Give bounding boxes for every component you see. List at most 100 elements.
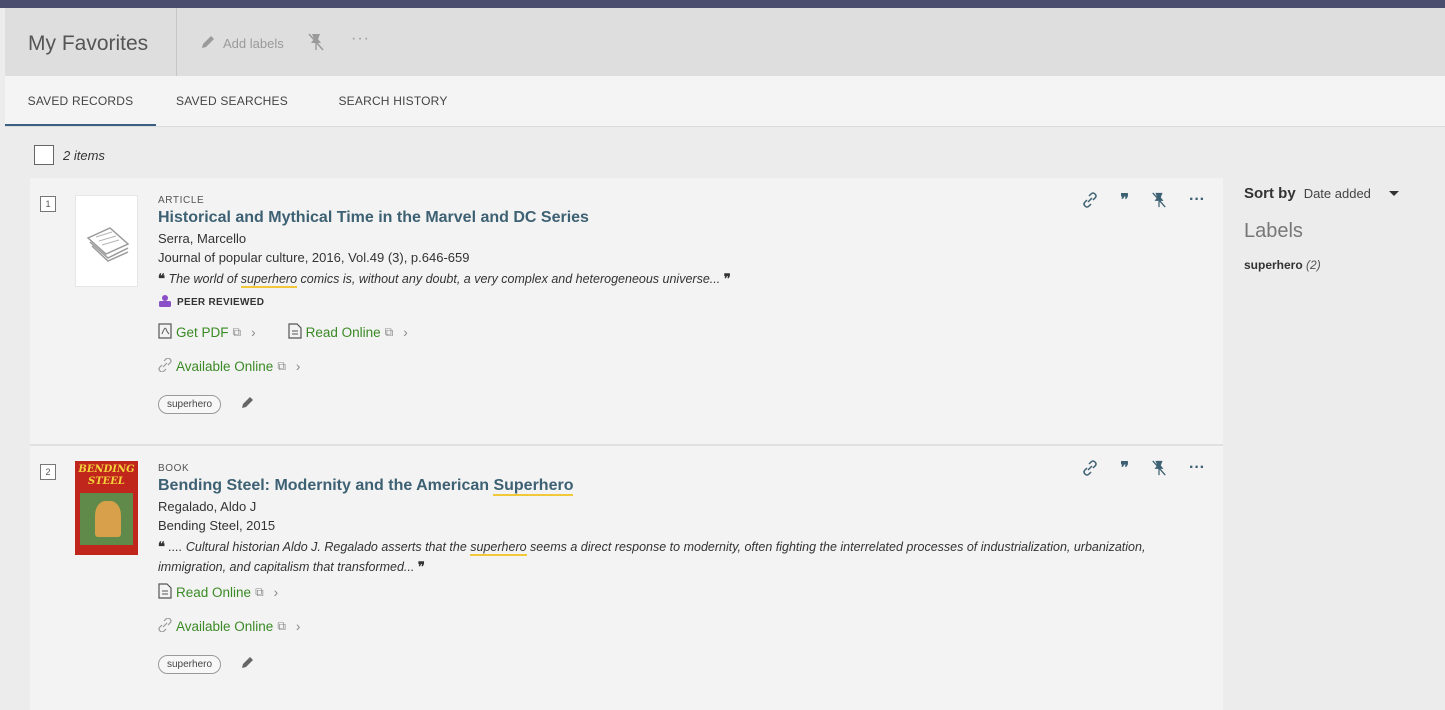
get-pdf-label: Get PDF <box>176 325 229 340</box>
peer-reviewed-icon <box>158 294 172 311</box>
open-quote-icon: ❝ <box>158 271 165 286</box>
add-labels-text: Add labels <box>223 36 284 51</box>
more-actions-icon[interactable]: ··· <box>1189 191 1205 209</box>
select-all-row: 2 items <box>34 145 105 165</box>
chevron-right-icon: › <box>403 325 408 340</box>
available-online-label: Available Online <box>176 619 274 634</box>
labels-row: superhero <box>158 395 1203 414</box>
external-link-icon: ⧉ <box>232 325 242 339</box>
items-count: 2 items <box>63 147 105 163</box>
more-options-icon[interactable]: ··· <box>351 30 370 48</box>
snippet-text: .... Cultural historian Aldo J. Regalado… <box>168 540 471 554</box>
record-number: 1 <box>40 196 56 212</box>
tab-saved-records[interactable]: SAVED RECORDS <box>5 76 156 126</box>
select-all-checkbox[interactable] <box>34 145 54 165</box>
sort-label: Sort by <box>1244 185 1296 202</box>
article-thumbnail[interactable] <box>75 195 138 287</box>
snippet-highlight: superhero <box>470 540 527 556</box>
record-snippet: ❝ The world of superhero comics is, with… <box>158 269 1203 289</box>
available-online-link[interactable]: Available Online ⧉ › <box>158 617 1203 635</box>
unpin-icon[interactable] <box>1151 459 1167 477</box>
label-filter-superhero[interactable]: superhero (2) <box>1244 258 1434 272</box>
favorites-tabs: SAVED RECORDS SAVED SEARCHES SEARCH HIST… <box>5 76 1445 127</box>
more-actions-icon[interactable]: ··· <box>1189 459 1205 477</box>
record-body: BOOK Bending Steel: Modernity and the Am… <box>158 446 1203 674</box>
tab-saved-searches[interactable]: SAVED SEARCHES <box>167 76 297 126</box>
record-actions: ❞ ··· <box>1082 190 1205 210</box>
sidebar: Sort by Date added Labels superhero (2) <box>1244 185 1434 272</box>
record-source: Bending Steel, 2015 <box>158 518 276 533</box>
favorites-header: My Favorites Add labels ··· <box>5 8 1445 76</box>
tab-search-history[interactable]: SEARCH HISTORY <box>323 76 463 126</box>
record-number: 2 <box>40 464 56 480</box>
label-chip[interactable]: superhero <box>158 655 222 674</box>
saved-records-list: 1 ARTICLE Historical and Mythical Time i… <box>30 178 1223 710</box>
edit-labels-icon[interactable] <box>241 655 255 674</box>
close-quote-icon: ❞ <box>723 271 731 286</box>
book-cover-title: BENDING STEEL <box>78 464 135 487</box>
label-chip[interactable]: superhero <box>158 395 222 414</box>
label-filter-count: (2) <box>1306 258 1321 272</box>
title-highlight: Superhero <box>493 477 574 496</box>
list-item: 1 ARTICLE Historical and Mythical Time i… <box>30 178 1223 446</box>
caret-down-icon[interactable] <box>1388 191 1399 196</box>
open-quote-icon: ❝ <box>158 539 165 554</box>
read-online-link[interactable]: Read Online ⧉ › <box>158 583 278 602</box>
pencil-icon <box>200 34 216 53</box>
document-icon <box>158 583 172 602</box>
unpin-icon[interactable] <box>307 32 325 57</box>
close-quote-icon: ❞ <box>417 559 425 574</box>
citation-icon[interactable]: ❞ <box>1120 458 1129 478</box>
read-online-link[interactable]: Read Online ⧉ › <box>287 323 408 342</box>
pdf-icon <box>158 323 172 342</box>
record-type: ARTICLE <box>158 195 205 206</box>
record-title-link[interactable]: Bending Steel: Modernity and the America… <box>158 477 1203 496</box>
labels-heading: Labels <box>1244 220 1303 242</box>
list-item: 2 BENDING STEEL BOOK Bending Steel: Mode… <box>30 446 1223 710</box>
record-snippet: ❝ .... Cultural historian Aldo J. Regala… <box>158 537 1203 577</box>
permalink-icon[interactable] <box>1082 460 1098 476</box>
chevron-right-icon: › <box>295 359 301 374</box>
chevron-right-icon: › <box>273 585 279 600</box>
snippet-highlight: superhero <box>240 272 298 288</box>
peer-reviewed-badge: PEER REVIEWED <box>158 294 1203 311</box>
read-online-label: Read Online <box>176 585 252 600</box>
title-text: Bending Steel: Modernity and the America… <box>158 477 494 494</box>
external-link-icon: ⧉ <box>384 325 394 339</box>
access-links: Get PDF ⧉ › Read Online ⧉ › <box>158 323 1203 342</box>
record-body: ARTICLE Historical and Mythical Time in … <box>158 178 1203 414</box>
chevron-right-icon: › <box>295 619 301 634</box>
add-labels-button[interactable]: Add labels <box>200 34 284 53</box>
get-pdf-link[interactable]: Get PDF ⧉ › <box>158 323 256 342</box>
top-strip <box>0 0 1445 8</box>
labels-row: superhero <box>158 655 1203 674</box>
record-source: Journal of popular culture, 2016, Vol.49… <box>158 250 470 265</box>
sort-value[interactable]: Date added <box>1304 186 1371 201</box>
external-link-icon: ⧉ <box>277 359 286 373</box>
snippet-text: comics is, without any doubt, a very com… <box>297 272 721 286</box>
record-author: Serra, Marcello <box>158 231 247 246</box>
book-cover-figure <box>95 501 121 537</box>
record-author: Regalado, Aldo J <box>158 499 257 514</box>
citation-icon[interactable]: ❞ <box>1120 190 1129 210</box>
sort-control[interactable]: Sort by Date added <box>1244 185 1434 202</box>
label-filter-name: superhero <box>1244 258 1303 272</box>
snippet-text: The world of <box>168 272 241 286</box>
link-icon <box>158 357 172 375</box>
chevron-right-icon: › <box>251 325 256 340</box>
available-online-link[interactable]: Available Online ⧉ › <box>158 357 1203 375</box>
external-link-icon: ⧉ <box>255 585 264 599</box>
read-online-label: Read Online <box>305 325 381 340</box>
available-online-label: Available Online <box>176 359 274 374</box>
record-type: BOOK <box>158 463 190 474</box>
edit-labels-icon[interactable] <box>241 395 255 414</box>
link-icon <box>158 617 172 635</box>
permalink-icon[interactable] <box>1082 192 1098 208</box>
book-cover[interactable]: BENDING STEEL <box>75 461 138 555</box>
document-icon <box>287 323 302 342</box>
access-links: Read Online ⧉ › <box>158 583 1203 602</box>
record-title-link[interactable]: Historical and Mythical Time in the Marv… <box>158 209 1203 227</box>
page-title: My Favorites <box>5 8 177 76</box>
unpin-icon[interactable] <box>1151 191 1167 209</box>
external-link-icon: ⧉ <box>277 619 286 633</box>
